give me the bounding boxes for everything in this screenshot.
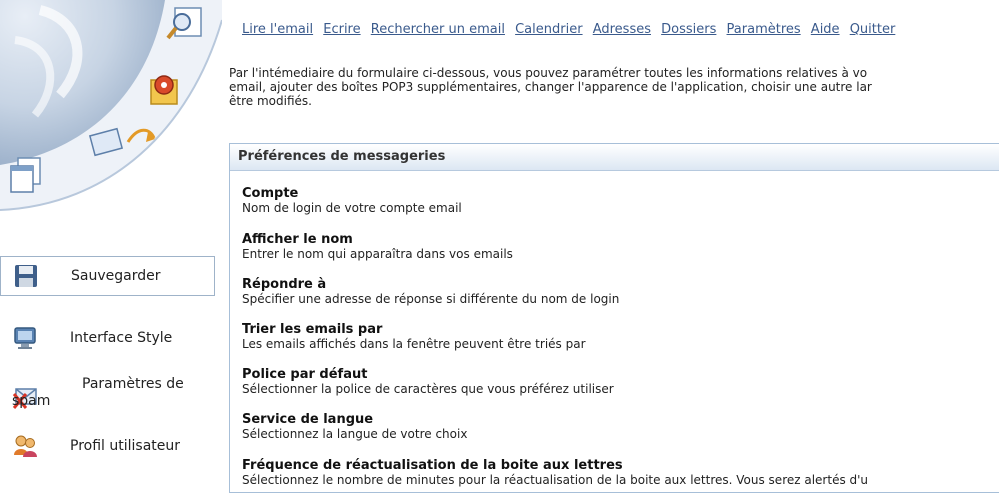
sidebar: Sauvegarder Interface Style Paramètres d… [0, 0, 222, 486]
intro-line-3: être modifiés. [229, 94, 312, 108]
setting-description: Les emails affichés dans la fenêtre peuv… [242, 337, 586, 351]
nav-write[interactable]: Ecrire [323, 22, 360, 37]
nav-folders[interactable]: Dossiers [661, 22, 716, 37]
nav-help[interactable]: Aide [811, 22, 840, 37]
search-document-icon [166, 7, 202, 40]
setting-language[interactable]: Service de langue Sélectionnez la langue… [242, 412, 467, 441]
nav-quit[interactable]: Quitter [850, 22, 896, 37]
setting-description: Sélectionner la police de caractères que… [242, 382, 614, 396]
spam-settings-button[interactable]: Paramètres de spam [0, 376, 215, 412]
setting-title: Trier les emails par [242, 322, 383, 337]
setting-description: Entrer le nom qui apparaîtra dans vos em… [242, 247, 513, 261]
spam-settings-label: Paramètres de spam [12, 376, 184, 410]
setting-display-name[interactable]: Afficher le nom Entrer le nom qui appara… [242, 232, 513, 261]
monitor-icon [14, 327, 36, 349]
setting-title: Fréquence de réactualisation de la boite… [242, 458, 623, 473]
users-icon [14, 435, 37, 457]
nav-search-email[interactable]: Rechercher un email [371, 22, 505, 37]
top-navigation: Lire l'email Ecrire Rechercher un email … [242, 22, 901, 37]
setting-title: Service de langue [242, 412, 374, 427]
save-button[interactable]: Sauvegarder [0, 256, 215, 296]
setting-description: Sélectionnez la langue de votre choix [242, 427, 468, 441]
spam-settings-line1: Paramètres de [82, 376, 184, 392]
settings-box-icon [150, 75, 178, 105]
save-label: Sauvegarder [71, 267, 161, 284]
setting-sort-emails[interactable]: Trier les emails par Les emails affichés… [242, 322, 586, 351]
setting-title: Répondre à [242, 277, 327, 292]
setting-title: Compte [242, 186, 299, 201]
preferences-panel: Préférences de messageries Compte Nom de… [229, 143, 999, 493]
setting-refresh-frequency[interactable]: Fréquence de réactualisation de la boite… [242, 458, 868, 487]
setting-default-font[interactable]: Police par défaut Sélectionner la police… [242, 367, 614, 396]
intro-line-2: email, ajouter des boîtes POP3 supplémen… [229, 80, 872, 94]
setting-description: Nom de login de votre compte email [242, 201, 462, 215]
setting-description: Sélectionnez le nombre de minutes pour l… [242, 473, 869, 487]
setting-description: Spécifier une adresse de réponse si diff… [242, 292, 620, 306]
nav-settings[interactable]: Paramètres [727, 22, 801, 37]
nav-addresses[interactable]: Adresses [593, 22, 651, 37]
intro-line-1: Par l'intémediaire du formulaire ci-dess… [229, 66, 868, 80]
setting-title: Police par défaut [242, 367, 368, 382]
floppy-disk-icon [15, 265, 37, 287]
panel-title: Préférences de messageries [230, 144, 999, 171]
interface-style-label: Interface Style [70, 329, 173, 346]
interface-style-button[interactable]: Interface Style [0, 324, 215, 352]
nav-calendar[interactable]: Calendrier [515, 22, 582, 37]
setting-reply-to[interactable]: Répondre à Spécifier une adresse de répo… [242, 277, 619, 306]
nav-read-email[interactable]: Lire l'email [242, 22, 313, 37]
spam-settings-line2: spam [12, 393, 51, 409]
email-send-icon [88, 127, 156, 157]
intro-text: Par l'intémediaire du formulaire ci-dess… [229, 66, 999, 108]
user-profile-label: Profil utilisateur [70, 437, 181, 454]
setting-title: Afficher le nom [242, 232, 353, 247]
setting-account[interactable]: Compte Nom de login de votre compte emai… [242, 186, 462, 215]
documents-icon [10, 157, 41, 193]
user-profile-button[interactable]: Profil utilisateur [0, 432, 215, 460]
